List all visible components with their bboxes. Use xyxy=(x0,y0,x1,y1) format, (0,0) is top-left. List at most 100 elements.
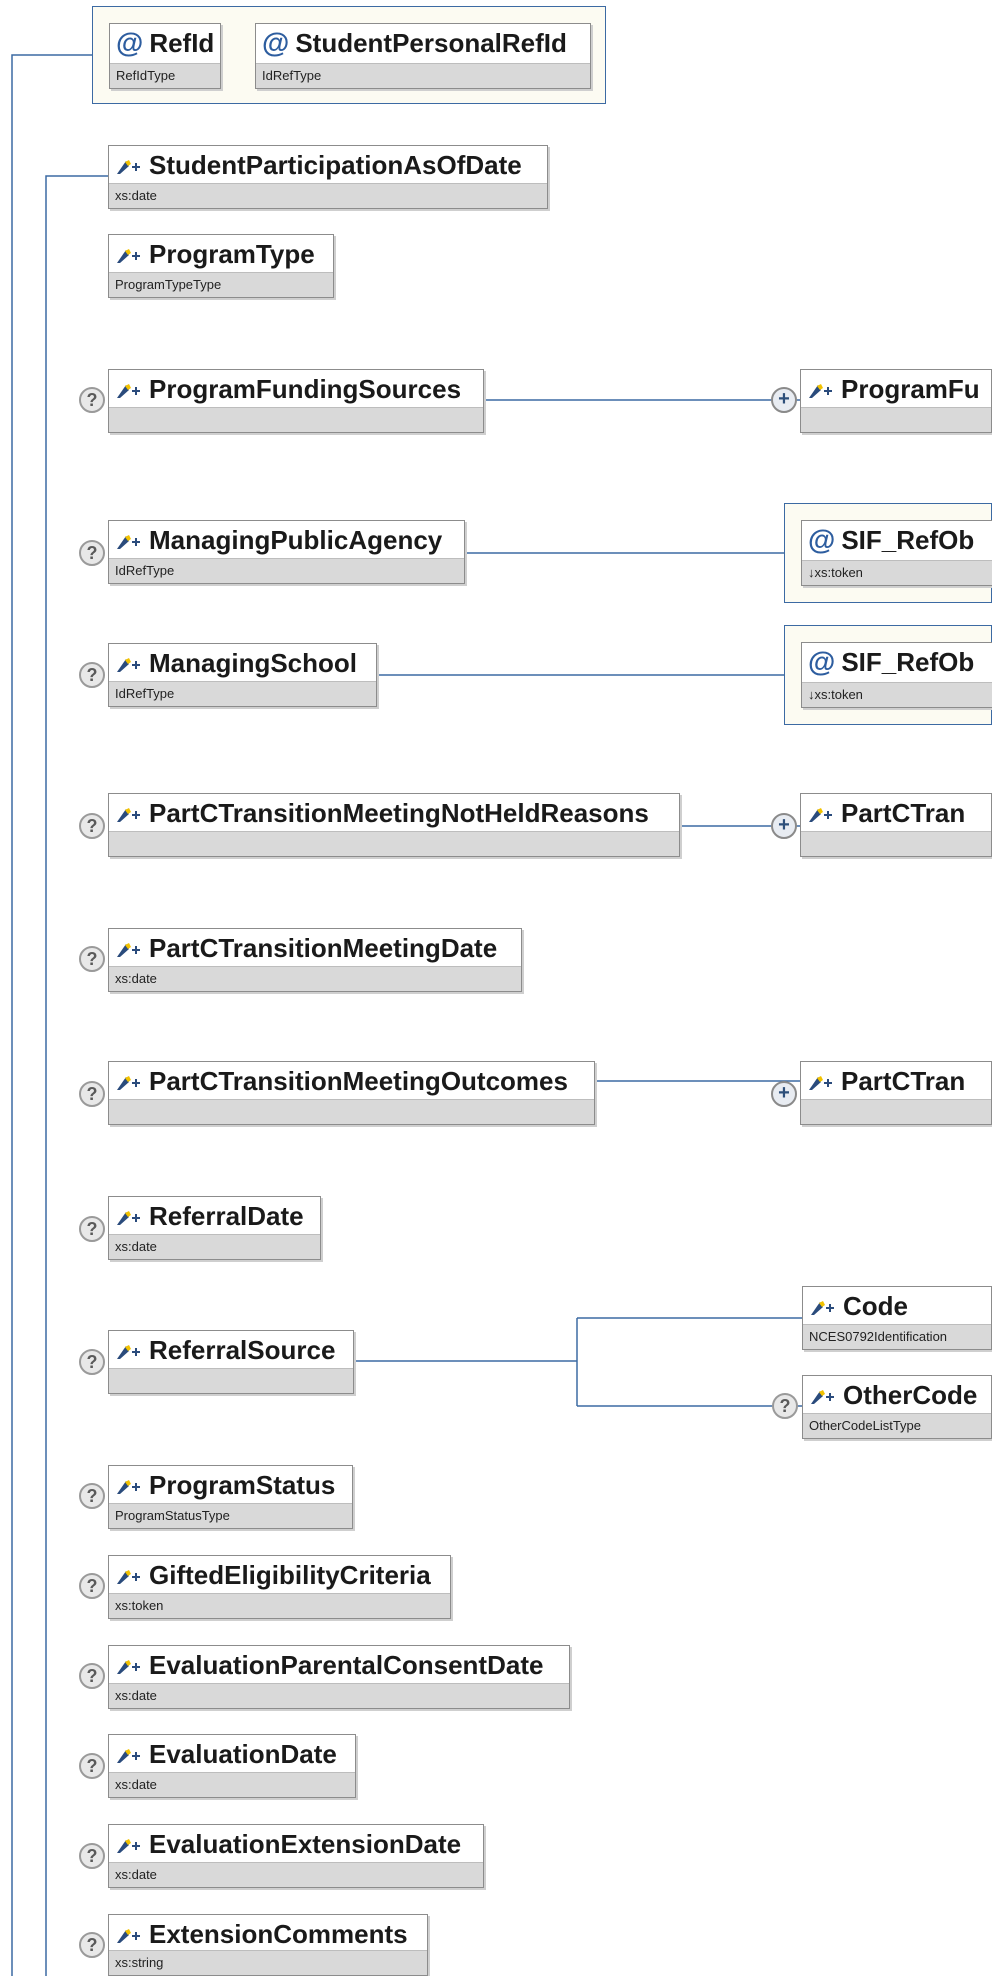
refid-attribute[interactable]: @ RefId RefIdType xyxy=(109,23,221,89)
optional-icon: ? xyxy=(79,540,105,566)
element-referral-date[interactable]: ReferralDate xs:date xyxy=(108,1196,321,1260)
element-type: xs:date xyxy=(109,1862,483,1887)
element-name: ReferralSource xyxy=(149,1335,336,1365)
element-icon xyxy=(117,1839,140,1854)
element-icon xyxy=(811,1390,834,1405)
element-icon xyxy=(117,943,140,958)
element-icon xyxy=(809,384,832,399)
agency-sif-refobject-attribute[interactable]: @ SIF_RefOb ↓xs:token xyxy=(801,520,992,586)
child-program-funding-source[interactable]: ProgramFu xyxy=(800,369,992,433)
element-icon xyxy=(117,1749,140,1764)
schema-diagram: @ RefId RefIdType @ StudentPersonalRefId I… xyxy=(0,0,992,1976)
child-partc-outcome[interactable]: PartCTran xyxy=(800,1061,992,1125)
element-name: EvaluationParentalConsentDate xyxy=(149,1650,544,1680)
element-type: xs:date xyxy=(109,1234,320,1259)
child-other-code-list[interactable]: OtherCode OtherCodeListType xyxy=(802,1375,992,1439)
agency-attribute-group: @ SIF_RefOb ↓xs:token xyxy=(784,503,992,603)
element-type xyxy=(109,831,679,856)
optional-icon: ? xyxy=(79,387,105,413)
attribute-icon: @ xyxy=(262,27,290,58)
child-type xyxy=(801,1099,991,1124)
element-icon xyxy=(117,249,140,264)
attribute-group: @ RefId RefIdType @ StudentPersonalRefId I… xyxy=(92,6,606,104)
student-personal-refid-attribute[interactable]: @ StudentPersonalRefId IdRefType xyxy=(255,23,591,89)
optional-icon: ? xyxy=(79,1573,105,1599)
child-name: PartCTran xyxy=(841,798,966,828)
element-managing-school[interactable]: ManagingSchool IdRefType xyxy=(108,643,377,707)
element-icon xyxy=(117,384,140,399)
attribute-name: SIF_RefOb xyxy=(841,525,975,555)
element-evaluation-date[interactable]: EvaluationDate xs:date xyxy=(108,1734,356,1798)
child-name: Code xyxy=(843,1291,908,1321)
child-type: NCES0792Identification xyxy=(803,1324,991,1349)
attribute-name: SIF_RefOb xyxy=(841,647,975,677)
element-name: ExtensionComments xyxy=(149,1919,408,1949)
element-gifted-eligibility-criteria[interactable]: GiftedEligibilityCriteria xs:token xyxy=(108,1555,451,1619)
element-type: xs:date xyxy=(109,183,547,208)
optional-icon: ? xyxy=(79,1081,105,1107)
refid-type: RefIdType xyxy=(110,63,220,88)
element-evaluation-parental-consent-date[interactable]: EvaluationParentalConsentDate xs:date xyxy=(108,1645,570,1709)
optional-icon: ? xyxy=(79,1932,105,1958)
optional-icon: ? xyxy=(79,1483,105,1509)
child-name: ProgramFu xyxy=(841,374,980,404)
child-type xyxy=(801,831,991,856)
expand-icon[interactable]: + xyxy=(771,387,797,413)
element-name: EvaluationExtensionDate xyxy=(149,1829,462,1859)
element-extension-comments[interactable]: ExtensionComments xs:string xyxy=(108,1914,428,1976)
element-evaluation-extension-date[interactable]: EvaluationExtensionDate xs:date xyxy=(108,1824,484,1888)
attribute-type: ↓xs:token xyxy=(802,682,992,707)
element-managing-public-agency[interactable]: ManagingPublicAgency IdRefType xyxy=(108,520,465,584)
child-name: PartCTran xyxy=(841,1066,966,1096)
optional-icon: ? xyxy=(79,1216,105,1242)
element-name: EvaluationDate xyxy=(149,1739,337,1769)
optional-icon: ? xyxy=(79,1843,105,1869)
element-program-funding-sources[interactable]: ProgramFundingSources xyxy=(108,369,484,433)
school-sif-refobject-attribute[interactable]: @ SIF_RefOb ↓xs:token xyxy=(801,642,992,708)
element-type: IdRefType xyxy=(109,558,464,583)
element-name: ManagingSchool xyxy=(149,648,357,678)
element-type: xs:string xyxy=(109,1950,427,1975)
element-name: ManagingPublicAgency xyxy=(149,525,443,555)
element-referral-source[interactable]: ReferralSource xyxy=(108,1330,354,1394)
attribute-icon: @ xyxy=(808,646,836,677)
optional-icon: ? xyxy=(772,1393,798,1419)
element-name: ProgramStatus xyxy=(149,1470,336,1500)
child-name: OtherCode xyxy=(843,1380,978,1410)
element-partc-transition-meeting-date[interactable]: PartCTransitionMeetingDate xs:date xyxy=(108,928,522,992)
optional-icon: ? xyxy=(79,1753,105,1779)
element-partc-transition-meeting-not-held-reasons[interactable]: PartCTransitionMeetingNotHeldReasons xyxy=(108,793,680,857)
student-personal-refid-type: IdRefType xyxy=(256,63,590,88)
optional-icon: ? xyxy=(79,813,105,839)
expand-icon[interactable]: + xyxy=(771,1081,797,1107)
element-icon xyxy=(117,535,140,550)
element-name: PartCTransitionMeetingNotHeldReasons xyxy=(149,798,649,828)
child-code[interactable]: Code NCES0792Identification xyxy=(802,1286,992,1350)
element-program-type[interactable]: ProgramType ProgramTypeType xyxy=(108,234,334,298)
element-icon xyxy=(809,808,832,823)
element-type xyxy=(109,407,483,432)
attribute-icon: @ xyxy=(116,27,144,58)
element-partc-transition-meeting-outcomes[interactable]: PartCTransitionMeetingOutcomes xyxy=(108,1061,595,1125)
student-personal-refid-name: StudentPersonalRefId xyxy=(295,28,567,58)
element-type: xs:token xyxy=(109,1593,450,1618)
element-icon xyxy=(809,1076,832,1091)
element-icon xyxy=(117,808,140,823)
element-icon xyxy=(811,1301,834,1316)
element-name: GiftedEligibilityCriteria xyxy=(149,1560,431,1590)
school-attribute-group: @ SIF_RefOb ↓xs:token xyxy=(784,625,992,725)
optional-icon: ? xyxy=(79,1349,105,1375)
element-program-status[interactable]: ProgramStatus ProgramStatusType xyxy=(108,1465,353,1529)
attribute-type: ↓xs:token xyxy=(802,560,992,585)
attribute-icon: @ xyxy=(808,524,836,555)
element-type: ProgramTypeType xyxy=(109,272,333,297)
child-partc-not-held-reason[interactable]: PartCTran xyxy=(800,793,992,857)
element-type: IdRefType xyxy=(109,681,376,706)
expand-icon[interactable]: + xyxy=(771,813,797,839)
optional-icon: ? xyxy=(79,946,105,972)
element-type: ProgramStatusType xyxy=(109,1503,352,1528)
child-type xyxy=(801,407,991,432)
element-type: xs:date xyxy=(109,966,521,991)
element-type: xs:date xyxy=(109,1772,355,1797)
element-student-participation-as-of-date[interactable]: StudentParticipationAsOfDate xs:date xyxy=(108,145,548,209)
